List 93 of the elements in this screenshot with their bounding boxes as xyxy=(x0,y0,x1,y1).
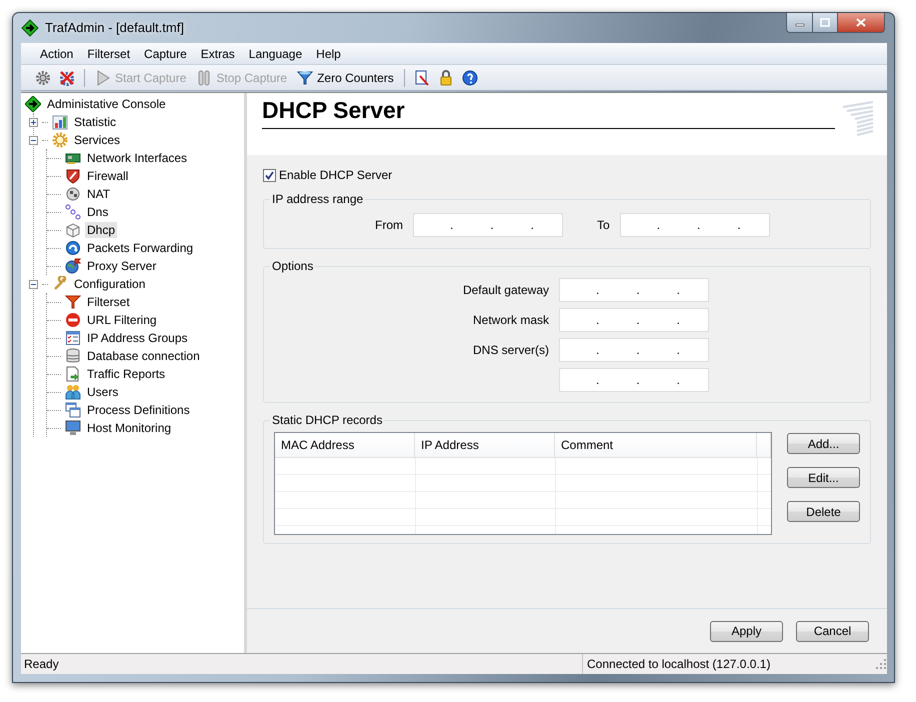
tree-item[interactable]: Dhcp xyxy=(85,222,118,238)
minimize-button[interactable] xyxy=(786,13,813,33)
record-button[interactable]: Add... xyxy=(787,433,860,454)
tree-item[interactable]: Services xyxy=(72,132,122,148)
tree-item[interactable]: URL Filtering xyxy=(85,312,159,328)
close-icon xyxy=(856,18,866,27)
ip-address-field[interactable]: . . . xyxy=(620,213,770,237)
maximize-icon xyxy=(820,18,830,27)
menu-item[interactable]: Capture xyxy=(137,44,194,62)
cube-icon xyxy=(65,222,81,238)
tree-item[interactable]: Proxy Server xyxy=(85,258,158,274)
minus-icon xyxy=(31,282,36,286)
group-title: Static DHCP records xyxy=(271,413,384,427)
collapse-button[interactable] xyxy=(29,136,38,144)
ip-address-field[interactable]: . . . xyxy=(559,278,709,302)
ip-address-field[interactable]: . . . xyxy=(559,308,709,332)
tree-item[interactable]: Traffic Reports xyxy=(85,366,168,382)
tree-item[interactable]: Database connection xyxy=(85,348,202,364)
collapse-button[interactable] xyxy=(29,280,38,288)
column-header[interactable]: IP Address xyxy=(415,433,555,457)
ip-address-field[interactable]: . . . xyxy=(413,213,563,237)
tree-item[interactable]: NAT xyxy=(85,186,112,202)
tree-item[interactable]: Filterset xyxy=(85,294,132,310)
record-button[interactable]: Delete xyxy=(787,501,860,522)
maximize-button[interactable] xyxy=(813,13,838,33)
header-filler xyxy=(757,433,771,457)
ip-address-field[interactable]: . . . xyxy=(559,338,709,362)
checkbox-label: Enable DHCP Server xyxy=(279,168,392,182)
dialog-button[interactable]: Cancel xyxy=(796,620,869,642)
gear-cross-icon[interactable] xyxy=(59,70,75,86)
window-title: TrafAdmin - [default.tmf] xyxy=(45,20,184,35)
gear-icon xyxy=(52,132,68,148)
gear-icon[interactable] xyxy=(35,70,51,86)
funnel-icon xyxy=(65,294,81,310)
column-header[interactable]: MAC Address xyxy=(275,433,415,457)
tree-item[interactable]: Configuration xyxy=(72,276,148,292)
dialog-button[interactable]: Apply xyxy=(710,620,783,642)
field-label: DNS server(s) xyxy=(472,343,549,357)
wrench-icon xyxy=(52,276,68,292)
close-button[interactable] xyxy=(838,13,885,33)
windows-icon xyxy=(65,402,81,418)
group-title: Options xyxy=(271,259,314,273)
bar-chart-icon xyxy=(52,114,68,130)
status-text: Ready xyxy=(24,657,59,671)
no-entry-icon xyxy=(65,312,81,328)
tree-item[interactable]: Network Interfaces xyxy=(85,150,190,166)
toolbar-button[interactable]: Zero Counters xyxy=(294,68,397,88)
checkbox[interactable] xyxy=(263,168,276,182)
ip-address-field[interactable]: . . . xyxy=(559,368,709,392)
column-header[interactable]: Comment xyxy=(555,433,757,457)
menu-item[interactable]: Extras xyxy=(194,44,242,62)
field-label: To xyxy=(597,218,610,232)
app-icon xyxy=(21,18,39,36)
plus-icon xyxy=(31,120,36,124)
diamond-icon xyxy=(25,96,41,112)
monitor-icon xyxy=(65,420,81,436)
expand-button[interactable] xyxy=(29,118,38,126)
minus-icon xyxy=(31,138,36,142)
tree-item[interactable]: Dns xyxy=(85,204,110,220)
tree-item[interactable]: Packets Forwarding xyxy=(85,240,196,256)
people-icon xyxy=(65,384,81,400)
pause-icon xyxy=(196,70,212,86)
tree-item[interactable]: Administative Console xyxy=(45,96,168,112)
help-icon[interactable] xyxy=(462,70,478,86)
logo-icon xyxy=(841,101,875,137)
menu-item[interactable]: Action xyxy=(33,44,80,62)
shield-icon xyxy=(65,168,81,184)
field-label: From xyxy=(375,218,403,232)
page-title: DHCP Server xyxy=(262,97,835,129)
checklist-icon xyxy=(65,330,81,346)
document-arrow-icon xyxy=(65,366,81,382)
database-icon xyxy=(65,348,81,364)
record-button[interactable]: Edit... xyxy=(787,467,860,488)
funnel-icon xyxy=(297,70,314,86)
tree-item[interactable]: Process Definitions xyxy=(85,402,192,418)
tree-item[interactable]: Host Monitoring xyxy=(85,420,174,436)
tree-item[interactable]: Users xyxy=(85,384,120,400)
menu-item[interactable]: Help xyxy=(309,44,348,62)
tree-item[interactable]: IP Address Groups xyxy=(85,330,190,346)
menu-item[interactable]: Filterset xyxy=(80,44,138,62)
tree-item[interactable]: Firewall xyxy=(85,168,130,184)
menu-item[interactable]: Language xyxy=(242,44,310,62)
check-icon xyxy=(265,170,274,180)
records-table[interactable]: MAC Address IP Address Comment xyxy=(274,432,772,535)
globe-flag-icon xyxy=(65,258,81,274)
padlock-icon[interactable] xyxy=(438,70,454,86)
tree-item[interactable]: Statistic xyxy=(72,114,118,130)
play-icon xyxy=(95,70,111,86)
field-label: Default gateway xyxy=(462,283,549,297)
group-title: IP address range xyxy=(271,192,364,206)
field-label: Network mask xyxy=(472,313,549,327)
connection-status: Connected to localhost (127.0.0.1) xyxy=(587,657,770,671)
document-pen-icon[interactable] xyxy=(414,70,430,86)
